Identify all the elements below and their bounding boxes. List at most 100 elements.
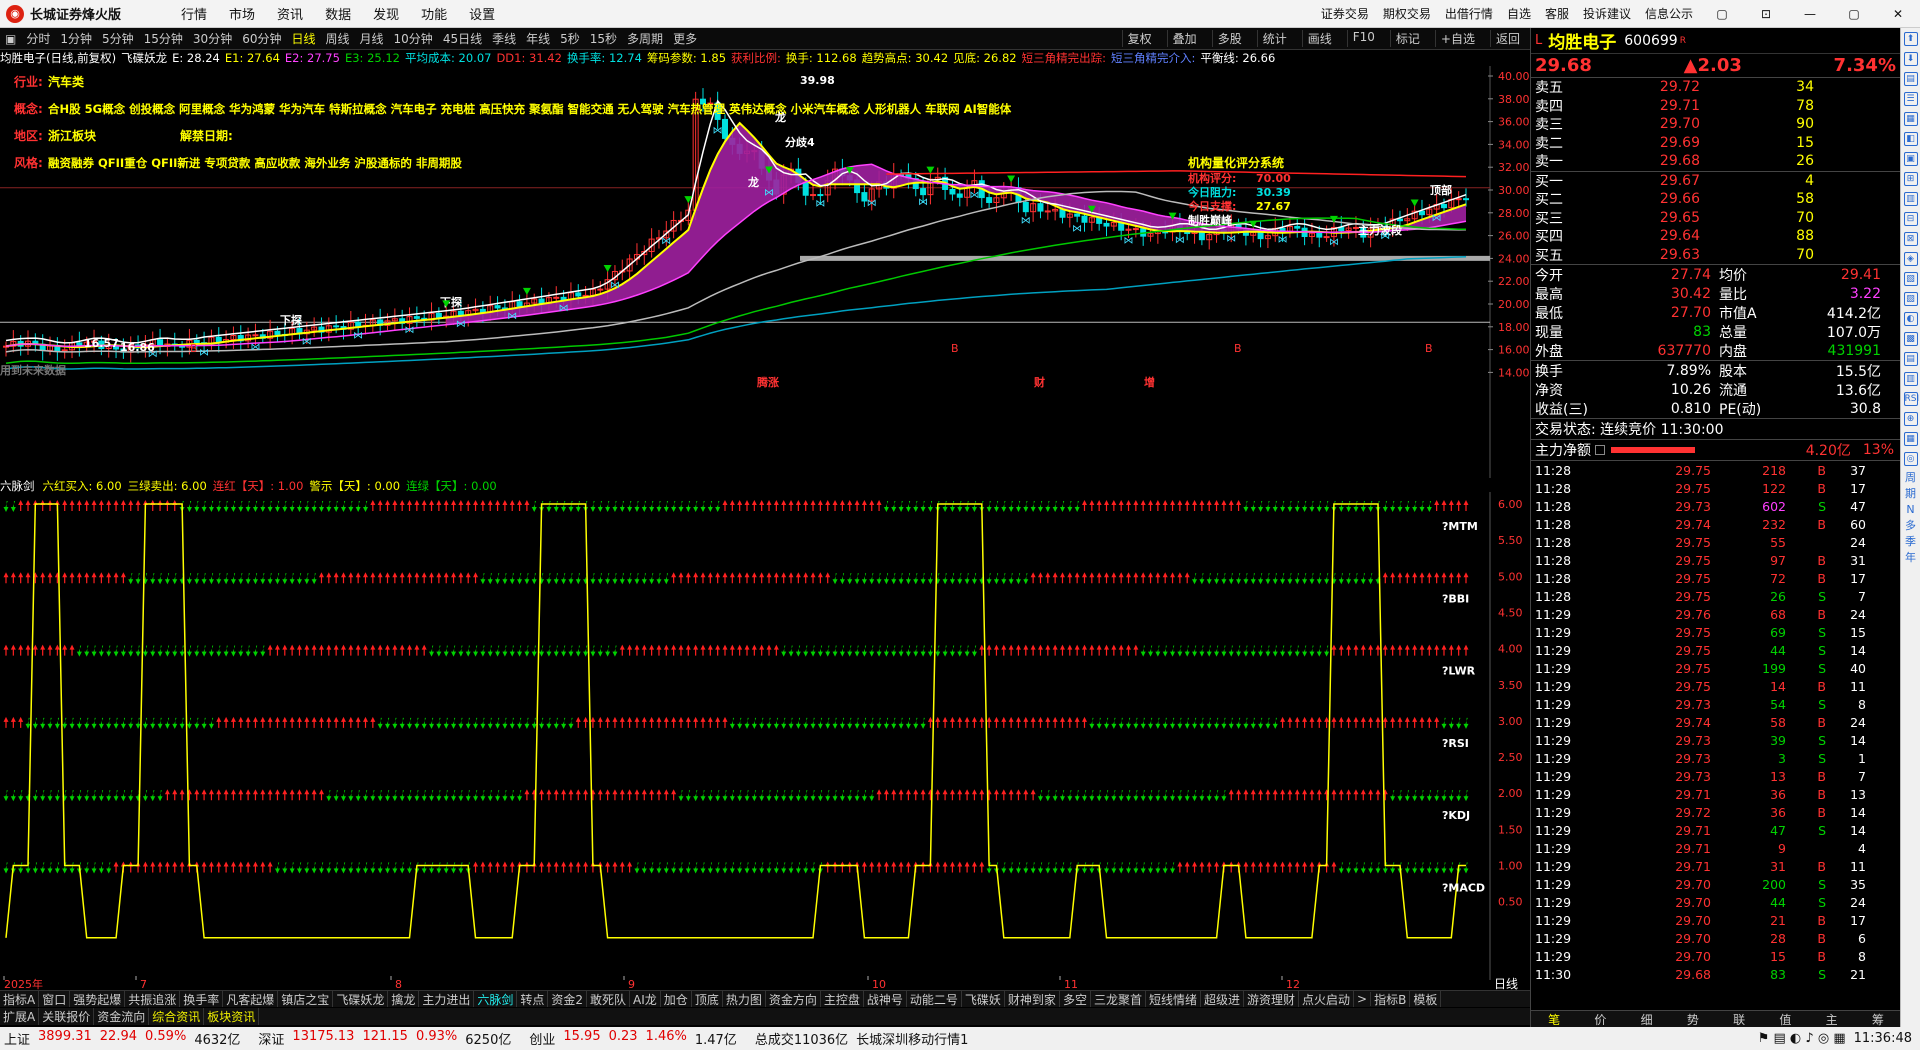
extension-tab[interactable]: 资金流向 [94,1008,150,1025]
period-tab[interactable]: 月线 [360,30,384,47]
indicator-tab[interactable]: 资金2 [548,991,588,1007]
menu-item[interactable]: 市场 [229,8,255,23]
indicator-tab[interactable]: 指标A [0,991,40,1007]
period-tab[interactable]: 15秒 [590,30,617,47]
menu-item[interactable]: 行情 [181,8,207,23]
index-quote[interactable]: 1.47亿 [695,1029,737,1048]
period-tab[interactable]: 多周期 [627,30,663,47]
indicator-tab[interactable]: 短线情绪 [1146,991,1201,1007]
sidebar-tool-icon[interactable]: ◎ [1903,452,1918,466]
index-quote[interactable]: 0.59% [145,1029,186,1048]
indicator-tab[interactable]: 战神号 [864,991,907,1007]
toolbar-button[interactable]: F10 [1346,30,1380,47]
index-quote[interactable]: 上证 [4,1029,30,1048]
indicator-tab[interactable]: 飞碟妖 [962,991,1005,1007]
toolbar-button[interactable]: 复权 [1121,30,1157,47]
order-book-row[interactable]: 卖三 29.70 90 [1531,115,1900,134]
minimize-button[interactable]: — [1795,7,1825,21]
sidebar-tool-icon[interactable]: ▥ [1903,192,1918,206]
toolbar-button[interactable]: 多股 [1211,30,1247,47]
sidebar-period-label[interactable]: N [1904,504,1918,518]
period-tab[interactable]: 5秒 [560,30,580,47]
quote-tab[interactable]: 细 [1624,1011,1670,1027]
quote-tab[interactable]: 笔 [1531,1011,1577,1027]
title-link[interactable]: 证券交易 [1321,5,1369,22]
close-button[interactable]: ✕ [1883,7,1913,21]
title-link[interactable]: 期权交易 [1383,5,1431,22]
title-link[interactable]: 投诉建议 [1583,5,1631,22]
indicator-tab[interactable]: 转点 [517,991,549,1007]
period-tab[interactable]: 30分钟 [193,30,232,47]
sidebar-tool-icon[interactable]: ▣ [1903,152,1918,166]
liumaijian-chart[interactable]: 6.00 5.50 5.00 4.50 4.00 3.50 3.00 2.50 2.00 1.50… [0,492,1530,980]
maximize-button[interactable]: ▢ [1839,7,1869,21]
title-link[interactable]: 客服 [1545,5,1569,22]
sidebar-tool-icon[interactable]: ⬇ [1903,52,1918,66]
kline-chart[interactable]: 40.00 38.00 36.00 34.00 32.00 30.00 28.00 26.00… [0,66,1530,478]
indicator-tab[interactable]: 镇店之宝 [278,991,334,1007]
title-link[interactable]: 信息公示 [1645,5,1693,22]
indicator-tab[interactable]: 超级进 [1201,991,1244,1007]
index-quote[interactable]: 13175.13 [292,1029,354,1048]
extension-tab[interactable]: 板块资讯 [204,1008,260,1025]
period-tab[interactable]: 年线 [526,30,550,47]
index-quote[interactable]: 6250亿 [465,1029,511,1048]
restore-icon[interactable]: ▢ [1707,7,1737,21]
quote-tab[interactable]: 价 [1577,1011,1623,1027]
indicator-tab[interactable]: 飞碟妖龙 [333,991,389,1007]
toolbar-button[interactable]: 画线 [1301,30,1337,47]
indicator-tab[interactable]: 窗口 [39,991,71,1007]
sidebar-tool-icon[interactable]: ▧ [1903,272,1918,286]
order-book-row[interactable]: 买三 29.65 70 [1531,209,1900,228]
index-quote[interactable]: 0.93% [416,1029,457,1048]
indicator-tab[interactable]: 热力图 [723,991,766,1007]
indicator-tab[interactable]: 凡客起爆 [223,991,279,1007]
toolbar-button[interactable]: 标记 [1389,30,1425,47]
period-tab[interactable]: 1分钟 [60,30,92,47]
toolbar-button[interactable]: 统计 [1256,30,1292,47]
indicator-tab[interactable]: 加仓 [661,991,692,1007]
sidebar-tool-icon[interactable]: ◧ [1903,132,1918,146]
order-book-row[interactable]: 卖一 29.68 26 [1531,152,1900,171]
index-quote[interactable]: 1.46% [646,1029,687,1048]
sidebar-period-label[interactable]: 季 [1904,536,1918,550]
order-book-row[interactable]: 卖四 29.71 78 [1531,97,1900,116]
period-tab[interactable]: 周线 [326,30,350,47]
order-book-row[interactable]: 卖二 29.69 15 [1531,134,1900,153]
sidebar-period-label[interactable]: 年 [1904,552,1918,566]
sidebar-period-label[interactable]: 周 [1904,472,1918,486]
indicator-tab[interactable]: 三龙聚首 [1091,991,1146,1007]
order-book-row[interactable]: 买四 29.64 88 [1531,227,1900,246]
sidebar-tool-icon[interactable]: ▤ [1903,72,1918,86]
menu-item[interactable]: 设置 [469,8,495,23]
sidebar-tool-icon[interactable]: ⊠ [1903,232,1918,246]
period-tab[interactable]: 5分钟 [102,30,134,47]
menu-item[interactable]: 发现 [373,8,399,23]
sidebar-tool-icon[interactable]: ⊞ [1903,172,1918,186]
sidebar-tool-icon[interactable]: RSI [1903,392,1919,406]
indicator-tab[interactable]: 换手率 [180,991,224,1007]
index-quote[interactable]: 总成交11036亿 [755,1029,848,1048]
index-quote[interactable]: 15.95 [563,1029,600,1048]
sidebar-period-label[interactable]: 多 [1904,520,1918,534]
sidebar-tool-icon[interactable]: ◐ [1903,312,1918,326]
sidebar-tool-icon[interactable]: ▩ [1903,332,1918,346]
index-quote[interactable]: 深证 [258,1029,284,1048]
period-tab[interactable]: 45日线 [443,30,482,47]
quote-tab[interactable]: 筹 [1855,1011,1901,1027]
indicator-tab[interactable]: 主力进出 [419,991,475,1007]
quote-tab[interactable]: 势 [1670,1011,1716,1027]
quote-tab[interactable]: 主 [1809,1011,1855,1027]
indicator-tab[interactable]: 指标B [1371,991,1411,1007]
index-quote[interactable]: 0.23 [609,1029,638,1048]
period-tab[interactable]: 日线 [291,30,315,47]
toolbar-button[interactable]: 叠加 [1166,30,1202,47]
order-book-row[interactable]: 买五 29.63 70 [1531,246,1900,265]
period-tab[interactable]: 60分钟 [242,30,281,47]
indicator-tab[interactable]: 顶底 [692,991,723,1007]
sidebar-toggle-icon[interactable]: ▣ [5,32,16,46]
indicator-tab[interactable]: 强势起爆 [70,991,126,1007]
indicator-tab[interactable]: 资金方向 [766,991,821,1007]
indicator-tab[interactable]: 财神到家 [1005,991,1060,1007]
title-link[interactable]: 自选 [1507,5,1531,22]
